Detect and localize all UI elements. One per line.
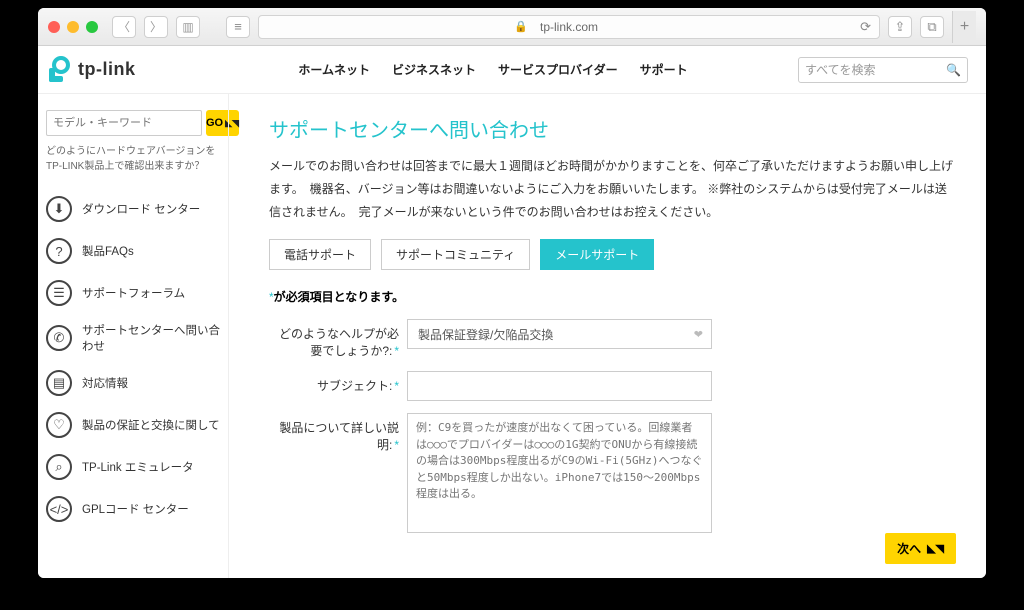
sidebar-item-label: 製品の保証と交換に関して [82, 417, 220, 433]
share-button[interactable]: ⇪ [888, 16, 912, 38]
main-content: サポートセンターへ問い合わせ メールでのお問い合わせは回答までに最大１週間ほどお… [228, 94, 986, 578]
tab-mail[interactable]: メールサポート [540, 239, 654, 270]
sidebar-item-compat[interactable]: ▤ 対応情報 [46, 362, 220, 404]
model-keyword-input[interactable] [46, 110, 202, 136]
search-icon: 🔍 [946, 63, 961, 77]
phone-icon: ✆ [46, 325, 72, 351]
detail-label-text: 製品について詳しい説明: [279, 421, 399, 452]
question-icon: ? [46, 238, 72, 264]
tab-community[interactable]: サポートコミュニティ [381, 239, 530, 270]
search-icon: ⌕ [46, 454, 72, 480]
sidebar-item-download[interactable]: ⬇ ダウンロード センター [46, 188, 220, 230]
field-help-type: どのようなヘルプが必要でしょうか?:* 製品保証登録/欠陥品交換 ❤ [269, 319, 956, 359]
next-button-label: 次へ [897, 540, 921, 557]
model-search-row: GO ◣◥ [46, 110, 220, 136]
tabs-button[interactable]: ⧉ [920, 16, 944, 38]
help-type-value: 製品保証登録/欠陥品交換 [418, 326, 553, 343]
address-bar[interactable]: 🔒 tp-link.com ⟳ [258, 15, 880, 39]
nav-business-net[interactable]: ビジネスネット [392, 61, 476, 78]
site-search[interactable]: すべてを検索 🔍 [798, 57, 968, 83]
zoom-window-button[interactable] [86, 21, 98, 33]
shield-icon: ♡ [46, 412, 72, 438]
sidebar-item-contact[interactable]: ✆ サポートセンターへ問い合わせ [46, 314, 220, 362]
page-title: サポートセンターへ問い合わせ [269, 114, 956, 143]
page: tp-link ホームネット ビジネスネット サービスプロバイダー サポート す… [38, 46, 986, 578]
field-detail: 製品について詳しい説明:* [269, 413, 956, 538]
intro-text: メールでのお問い合わせは回答までに最大１週間ほどお時間がかかりますことを、何卒ご… [269, 155, 956, 223]
close-window-button[interactable] [48, 21, 60, 33]
code-icon: </> [46, 496, 72, 522]
required-note-text: が必須項目となります。 [274, 290, 404, 304]
sidebar-item-gpl[interactable]: </> GPLコード センター [46, 488, 220, 530]
logo-text: tp-link [78, 59, 136, 80]
sidebar-item-label: 製品FAQs [82, 243, 134, 259]
new-tab-button[interactable]: + [952, 11, 976, 43]
back-button[interactable]: 〈 [112, 16, 136, 38]
sidebar-item-label: サポートセンターへ問い合わせ [82, 322, 220, 354]
subject-label-text: サブジェクト: [317, 379, 392, 393]
main-menu: ホームネット ビジネスネット サービスプロバイダー サポート [188, 61, 798, 78]
sidebar-item-label: サポートフォーラム [82, 285, 185, 301]
sidebar-item-warranty[interactable]: ♡ 製品の保証と交換に関して [46, 404, 220, 446]
next-button[interactable]: 次へ ◣◥ [885, 533, 956, 564]
required-star: * [394, 438, 399, 452]
required-star: * [394, 344, 399, 358]
subject-input[interactable] [407, 371, 712, 401]
sidebar-item-label: GPLコード センター [82, 501, 189, 517]
field-subject: サブジェクト:* [269, 371, 956, 401]
help-type-label: どのようなヘルプが必要でしょうか?:* [269, 319, 399, 359]
nav-service-provider[interactable]: サービスプロバイダー [498, 61, 618, 78]
sidebar-note: どのようにハードウェアバージョンをTP-LINK製品上で確認出来ますか？ [46, 144, 220, 174]
sidebar: GO ◣◥ どのようにハードウェアバージョンをTP-LINK製品上で確認出来ます… [38, 94, 228, 578]
next-arrow-icon: ◣◥ [927, 542, 944, 555]
window-controls [48, 21, 98, 33]
forward-button[interactable]: 〉 [144, 16, 168, 38]
sidebar-item-label: TP-Link エミュレータ [82, 459, 194, 475]
titlebar: 〈 〉 ▥ ≡ 🔒 tp-link.com ⟳ ⇪ ⧉ + [38, 8, 986, 46]
required-star: * [394, 379, 399, 393]
sidebar-item-forum[interactable]: ☰ サポートフォーラム [46, 272, 220, 314]
sidebar-item-emulator[interactable]: ⌕ TP-Link エミュレータ [46, 446, 220, 488]
address-url: tp-link.com [540, 20, 598, 34]
help-type-label-text: どのようなヘルプが必要でしょうか?: [279, 327, 399, 358]
detail-textarea[interactable] [407, 413, 712, 533]
support-nav: ⬇ ダウンロード センター ? 製品FAQs ☰ サポートフォーラム ✆ サポートセンタ… [46, 188, 220, 530]
search-placeholder: すべてを検索 [805, 61, 875, 78]
sidebar-item-faq[interactable]: ? 製品FAQs [46, 230, 220, 272]
site-header: tp-link ホームネット ビジネスネット サービスプロバイダー サポート す… [38, 46, 986, 94]
subject-label: サブジェクト:* [269, 371, 399, 394]
reader-button[interactable]: ≡ [226, 16, 250, 38]
nav-support[interactable]: サポート [640, 61, 688, 78]
download-icon: ⬇ [46, 196, 72, 222]
logo[interactable]: tp-link [38, 56, 188, 84]
sidebar-item-label: ダウンロード センター [82, 201, 200, 217]
reload-icon[interactable]: ⟳ [860, 19, 871, 35]
minimize-window-button[interactable] [67, 21, 79, 33]
contact-tabs: 電話サポート サポートコミュニティ メールサポート [269, 239, 956, 270]
logo-icon [46, 56, 72, 84]
detail-label: 製品について詳しい説明:* [269, 413, 399, 453]
tab-phone[interactable]: 電話サポート [269, 239, 371, 270]
chat-icon: ☰ [46, 280, 72, 306]
nav-home-net[interactable]: ホームネット [298, 61, 370, 78]
browser-window: 〈 〉 ▥ ≡ 🔒 tp-link.com ⟳ ⇪ ⧉ + tp-link [38, 8, 986, 578]
sidebar-toggle-button[interactable]: ▥ [176, 16, 200, 38]
required-note: *が必須項目となります。 [269, 288, 956, 305]
lock-icon: 🔒 [514, 20, 528, 33]
page-body: GO ◣◥ どのようにハードウェアバージョンをTP-LINK製品上で確認出来ます… [38, 94, 986, 578]
help-type-select[interactable]: 製品保証登録/欠陥品交換 ❤ [407, 319, 712, 349]
go-button-label: GO [206, 117, 223, 129]
doc-icon: ▤ [46, 370, 72, 396]
chevron-down-icon: ❤ [694, 328, 703, 341]
sidebar-item-label: 対応情報 [82, 375, 128, 391]
